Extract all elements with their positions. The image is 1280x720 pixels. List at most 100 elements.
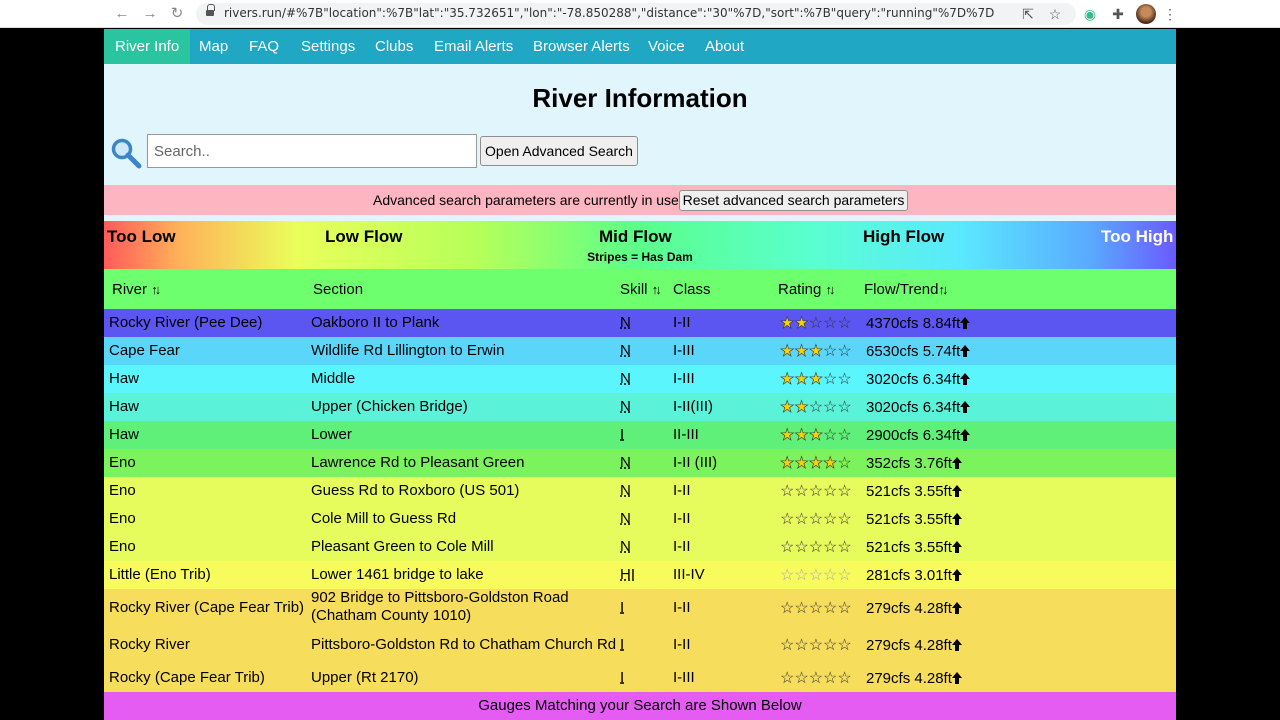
river-name: Rocky River (Cape Fear Trib): [109, 599, 305, 616]
menu-dots-icon[interactable]: ⋮: [1160, 4, 1180, 24]
table-row[interactable]: Eno Pleasant Green to Cole Mill N I-II ☆…: [104, 533, 1176, 561]
star-icon: ☆: [837, 567, 852, 584]
river-section: Oakboro II to Plank: [311, 314, 440, 331]
header-rating[interactable]: Rating ↑↓: [778, 281, 836, 298]
star-icon: ☆: [808, 600, 824, 617]
open-advanced-search-button[interactable]: Open Advanced Search: [480, 136, 638, 166]
header-flow-trend[interactable]: Flow/Trend↑↓: [864, 281, 948, 298]
flow-trend: 3020cfs 6.34ft: [866, 371, 971, 388]
reload-icon[interactable]: ↻: [167, 4, 187, 24]
river-name: Eno: [109, 510, 136, 527]
star-icon: ☆: [837, 371, 852, 388]
table-row[interactable]: Haw Upper (Chicken Bridge) N I-II(III) ★…: [104, 393, 1176, 421]
advanced-search-notice: Advanced search parameters are currently…: [373, 192, 683, 208]
flow-trend: 521cfs 3.55ft: [866, 483, 962, 500]
skill-level[interactable]: N: [620, 314, 631, 331]
sort-icon[interactable]: ↑↓: [938, 282, 948, 297]
star-icon: ☆: [808, 511, 824, 528]
skill-level[interactable]: N: [620, 538, 631, 555]
nav-river-info[interactable]: River Info: [104, 29, 191, 64]
star-icon: ☆: [780, 670, 795, 687]
star-icon: ☆: [837, 600, 852, 617]
flow-trend: 279cfs 4.28ft: [866, 637, 962, 654]
flow-trend: 2900cfs 6.34ft: [866, 427, 971, 444]
river-name: Eno: [109, 454, 136, 471]
star-icon: ☆: [823, 567, 838, 584]
forward-arrow-icon[interactable]: →: [140, 4, 160, 24]
table-row[interactable]: Haw Lower I II-III ★★★☆☆ 2900cfs 6.34ft: [104, 421, 1176, 449]
river-class: I-III: [673, 669, 695, 686]
flow-trend: 521cfs 3.55ft: [866, 511, 962, 528]
skill-level[interactable]: N: [620, 482, 631, 499]
nav-clubs[interactable]: Clubs: [364, 29, 424, 64]
puzzle-extension-icon[interactable]: ✚: [1108, 4, 1128, 24]
star-icon: ☆: [794, 670, 809, 687]
profile-avatar[interactable]: [1136, 4, 1156, 24]
star-icon: ★: [780, 427, 795, 445]
river-section: Wildlife Rd Lillington to Erwin: [311, 342, 505, 359]
nav-faq[interactable]: FAQ: [238, 29, 290, 64]
table-row[interactable]: Haw Middle N I-III ★★★☆☆ 3020cfs 6.34ft: [104, 365, 1176, 393]
bookmark-star-icon[interactable]: ☆: [1045, 4, 1065, 24]
star-icon: ☆: [823, 315, 838, 332]
star-icon: ☆: [794, 511, 809, 528]
river-name: Little (Eno Trib): [109, 566, 211, 583]
nav-settings[interactable]: Settings: [290, 29, 366, 64]
rating-stars: ☆☆☆☆☆: [780, 537, 852, 557]
nav-about[interactable]: About: [694, 29, 755, 64]
flow-trend: 4370cfs 8.84ft: [866, 315, 971, 332]
skill-level[interactable]: N: [620, 342, 631, 359]
sort-icon[interactable]: ↑↓: [652, 282, 662, 297]
skill-level[interactable]: I: [620, 426, 624, 443]
table-row[interactable]: Rocky River Pittsboro-Goldston Rd to Cha…: [104, 626, 1176, 664]
star-icon: ★: [794, 343, 809, 361]
star-icon: ☆: [808, 637, 824, 654]
star-icon: ☆: [794, 600, 809, 617]
star-icon: ☆: [823, 483, 838, 500]
nav-browser-alerts[interactable]: Browser Alerts: [522, 29, 641, 64]
skill-level[interactable]: HI: [620, 566, 635, 583]
skill-level[interactable]: I: [620, 599, 624, 616]
address-bar[interactable]: rivers.run/#%7B"location":%7B"lat":"35.7…: [196, 3, 1076, 25]
trend-up-arrow-icon: [960, 373, 971, 385]
table-row[interactable]: Rocky River (Cape Fear Trib) 902 Bridge …: [104, 589, 1176, 626]
star-icon: ☆: [837, 637, 852, 654]
star-icon: ★: [808, 427, 824, 445]
skill-level[interactable]: N: [620, 398, 631, 415]
open-external-icon[interactable]: ⇱: [1018, 4, 1038, 24]
header-river[interactable]: River ↑↓: [112, 281, 161, 298]
skill-level[interactable]: N: [620, 454, 631, 471]
skill-level[interactable]: I: [620, 669, 624, 686]
nav-voice[interactable]: Voice: [637, 29, 696, 64]
nav-email-alerts[interactable]: Email Alerts: [423, 29, 524, 64]
sort-icon[interactable]: ↑↓: [151, 282, 161, 297]
table-row[interactable]: Eno Lawrence Rd to Pleasant Green N I-II…: [104, 449, 1176, 477]
url-text[interactable]: rivers.run/#%7B"location":%7B"lat":"35.7…: [224, 6, 994, 20]
river-class: I-II (III): [673, 454, 718, 471]
legend-mid-flow: Mid Flow: [599, 227, 672, 246]
star-icon: ☆: [823, 399, 838, 416]
reset-advanced-search-button[interactable]: Reset advanced search parameters: [679, 190, 908, 211]
sort-icon[interactable]: ↑↓: [826, 282, 836, 297]
header-skill[interactable]: Skill ↑↓: [620, 281, 662, 298]
table-row[interactable]: Eno Guess Rd to Roxboro (US 501) N I-II …: [104, 477, 1176, 505]
table-row[interactable]: Rocky River (Pee Dee) Oakboro II to Plan…: [104, 309, 1176, 337]
table-row[interactable]: Little (Eno Trib) Lower 1461 bridge to l…: [104, 561, 1176, 589]
star-icon: ☆: [823, 371, 838, 388]
table-row[interactable]: Eno Cole Mill to Guess Rd N I-II ☆☆☆☆☆ 5…: [104, 505, 1176, 533]
skill-level[interactable]: I: [620, 636, 624, 653]
table-row[interactable]: Cape Fear Wildlife Rd Lillington to Erwi…: [104, 337, 1176, 365]
flow-trend: 279cfs 4.28ft: [866, 600, 962, 617]
table-row[interactable]: Rocky (Cape Fear Trib) Upper (Rt 2170) I…: [104, 664, 1176, 692]
river-section: Lower: [311, 426, 352, 443]
star-icon: ★: [823, 455, 838, 473]
skill-level[interactable]: N: [620, 370, 631, 387]
skill-level[interactable]: N: [620, 510, 631, 527]
star-icon: ★: [780, 343, 795, 361]
extension-circle-icon[interactable]: ◉: [1080, 4, 1100, 24]
search-input[interactable]: [147, 134, 477, 168]
back-arrow-icon[interactable]: ←: [112, 4, 132, 24]
nav-map[interactable]: Map: [188, 29, 239, 64]
rating-stars: ☆☆☆☆☆: [780, 509, 852, 529]
star-icon: ★: [794, 427, 809, 445]
